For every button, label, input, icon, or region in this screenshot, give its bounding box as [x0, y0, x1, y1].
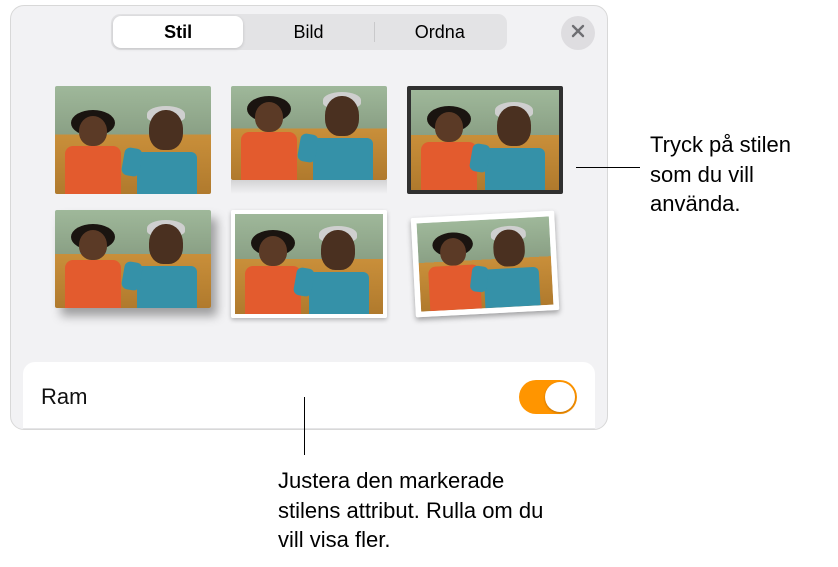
format-panel: Stil Bild Ordna	[10, 5, 608, 430]
tab-label: Stil	[164, 22, 192, 43]
tab-label: Ordna	[415, 22, 465, 43]
style-thumb-reflection[interactable]	[231, 86, 387, 194]
style-thumb-plain[interactable]	[55, 86, 211, 194]
tab-label: Bild	[293, 22, 323, 43]
callout-leader-line	[576, 167, 640, 168]
photo-preview	[55, 86, 211, 194]
attributes-row: Ram	[23, 362, 595, 429]
tab-bild[interactable]: Bild	[243, 16, 373, 48]
frame-toggle[interactable]	[519, 380, 577, 414]
style-grid	[11, 58, 607, 346]
tab-ordna[interactable]: Ordna	[375, 16, 505, 48]
photo-preview	[407, 86, 563, 194]
callout-attributes-hint: Justera den markerade stilens attribut. …	[278, 466, 558, 555]
panel-header: Stil Bild Ordna	[11, 6, 607, 58]
toggle-knob	[545, 382, 575, 412]
frame-label: Ram	[41, 384, 87, 410]
tab-stil[interactable]: Stil	[113, 16, 243, 48]
photo-preview	[231, 210, 387, 318]
photo-preview	[411, 211, 560, 318]
tab-segmented-control: Stil Bild Ordna	[111, 14, 507, 50]
style-thumb-tilted-photo[interactable]	[407, 210, 563, 318]
close-button[interactable]	[561, 16, 595, 50]
callout-leader-line	[304, 397, 305, 455]
photo-preview	[55, 210, 211, 308]
style-thumb-white-border[interactable]	[231, 210, 387, 318]
style-thumb-drop-shadow[interactable]	[55, 210, 211, 318]
photo-preview	[231, 86, 387, 180]
style-thumb-black-border[interactable]	[407, 86, 563, 194]
callout-style-hint: Tryck på stilen som du vill använda.	[650, 130, 828, 219]
close-icon	[571, 24, 585, 43]
